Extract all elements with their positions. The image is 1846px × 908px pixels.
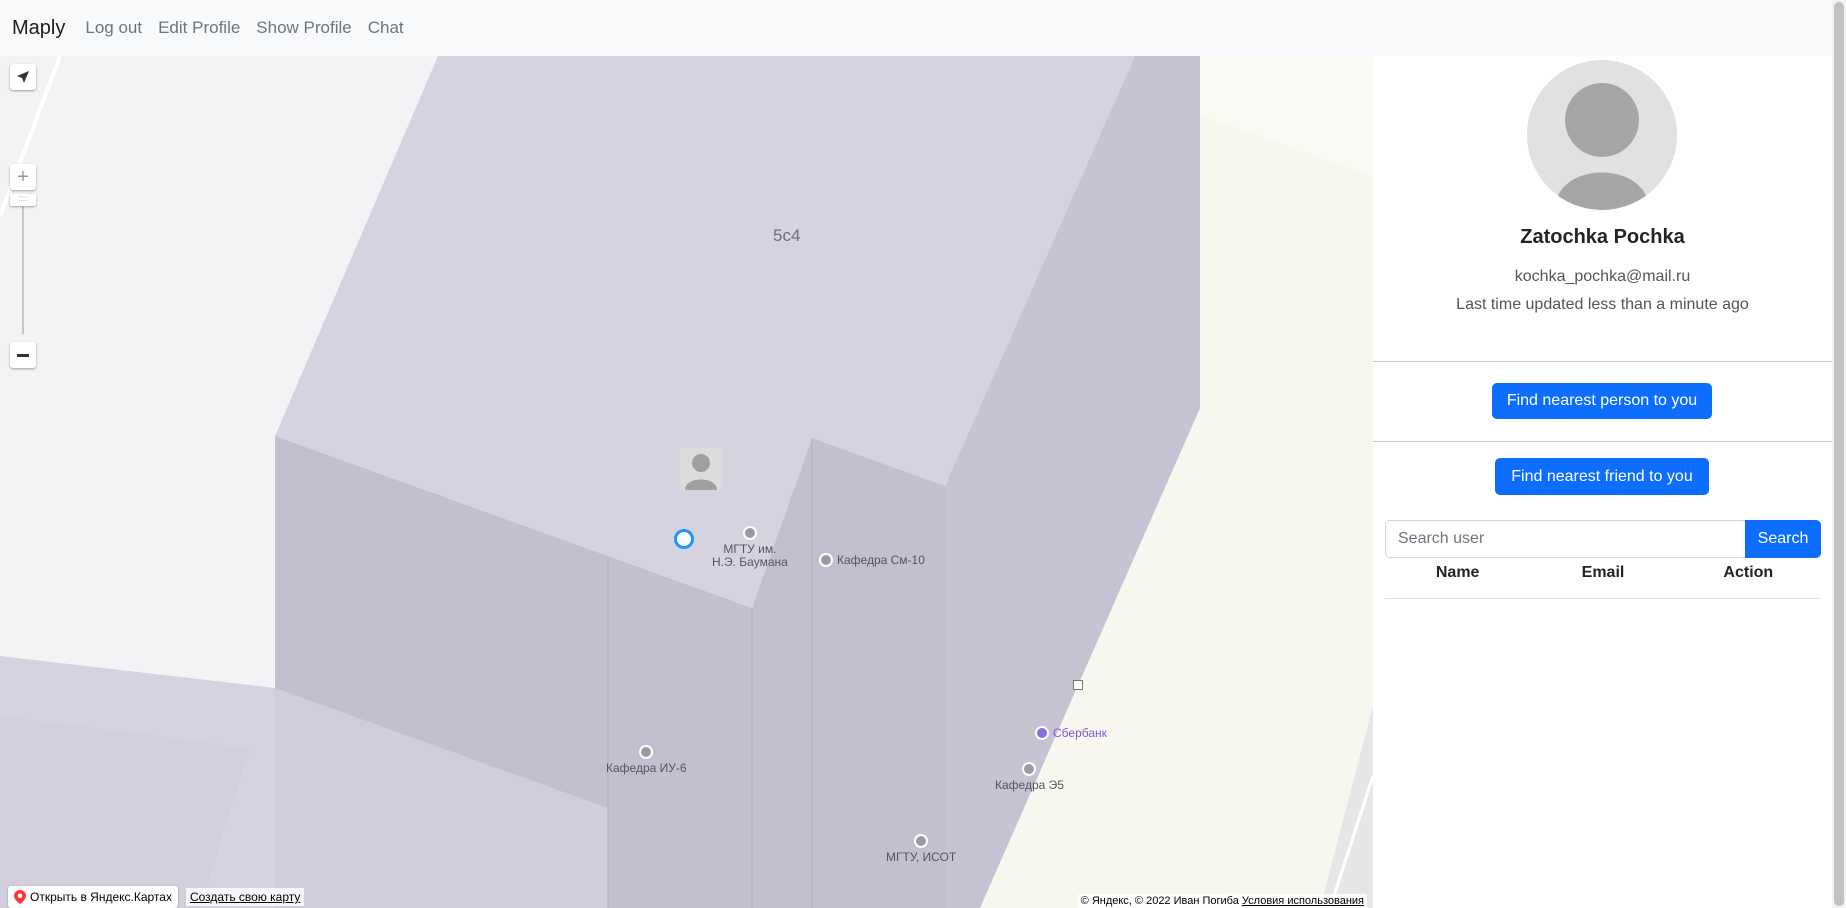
search-button[interactable]: Search xyxy=(1745,520,1821,558)
map-pin-icon xyxy=(14,890,26,904)
education-icon xyxy=(819,553,833,567)
navbar: Maply Log out Edit Profile Show Profile … xyxy=(0,0,1832,56)
entrance-icon xyxy=(1073,680,1083,690)
person-icon xyxy=(1555,83,1649,210)
column-header-action: Action xyxy=(1723,564,1774,581)
map-copyright: © Яндекс, © 2022 Иван Погиба Условия исп… xyxy=(1077,894,1367,908)
map-view[interactable]: + :::: 5с4 МГТУ им. Н.Э. Баумана Кафедра… xyxy=(0,56,1373,908)
column-header-email: Email xyxy=(1581,564,1625,581)
zoom-in-button[interactable]: + xyxy=(10,164,36,190)
copyright-text: © Яндекс, © 2022 Иван Погиба xyxy=(1080,895,1239,907)
divider xyxy=(1373,441,1832,442)
nav-show-profile[interactable]: Show Profile xyxy=(248,18,359,38)
education-icon xyxy=(639,745,654,759)
terms-link[interactable]: Условия использования xyxy=(1242,895,1364,907)
poi-kafedra-sm10[interactable]: Кафедра См-10 xyxy=(819,553,925,567)
education-icon xyxy=(1022,762,1037,776)
users-table-header: Name Email Action xyxy=(1385,564,1821,599)
poi-mgtu-bauman[interactable]: МГТУ им. Н.Э. Баумана xyxy=(712,526,788,569)
poi-label: Кафедра ИУ-6 xyxy=(606,761,687,775)
nav-edit-profile[interactable]: Edit Profile xyxy=(150,18,248,38)
open-in-yandex-label: Открыть в Яндекс.Картах xyxy=(30,890,172,904)
divider xyxy=(1373,361,1832,362)
poi-mgtu-isot[interactable]: МГТУ, ИСОТ xyxy=(886,834,956,864)
page-scrollbar[interactable] xyxy=(1832,0,1846,908)
navigation-arrow-icon xyxy=(17,71,29,83)
scrollbar-thumb[interactable] xyxy=(1834,2,1844,906)
zoom-out-button[interactable] xyxy=(10,342,36,368)
building-number-label: 5с4 xyxy=(773,226,801,245)
poi-label: Сбербанк xyxy=(1053,725,1107,740)
person-icon xyxy=(685,454,717,490)
poi-kafedra-iu6[interactable]: Кафедра ИУ-6 xyxy=(606,745,687,775)
minus-icon xyxy=(17,353,29,357)
profile-panel: Zatochka Pochka kochka_pochka@mail.ru La… xyxy=(1373,56,1832,908)
zoom-slider-handle[interactable]: :::: xyxy=(10,194,36,206)
nav-chat[interactable]: Chat xyxy=(360,18,412,38)
poi-kafedra-e5[interactable]: Кафедра Э5 xyxy=(995,762,1064,792)
profile-updated-text: Last time updated less than a minute ago xyxy=(1456,296,1749,313)
user-search-form: Search xyxy=(1385,520,1821,558)
nav-logout[interactable]: Log out xyxy=(77,18,150,38)
plus-icon: + xyxy=(17,166,29,188)
map-footer-left: Открыть в Яндекс.Картах Создать свою кар… xyxy=(8,886,305,908)
poi-sberbank[interactable]: Сбербанк xyxy=(1035,726,1107,740)
poi-label: МГТУ, ИСОТ xyxy=(886,850,957,864)
poi-label: Кафедра См-10 xyxy=(837,552,925,567)
brand-logo[interactable]: Maply xyxy=(12,17,65,40)
column-header-name: Name xyxy=(1435,564,1480,581)
find-nearest-friend-button[interactable]: Find nearest friend to you xyxy=(1495,458,1709,495)
search-user-input[interactable] xyxy=(1385,520,1745,558)
avatar xyxy=(1527,60,1677,210)
locate-button[interactable] xyxy=(10,64,36,90)
poi-label: Кафедра Э5 xyxy=(995,778,1064,792)
find-nearest-person-button[interactable]: Find nearest person to you xyxy=(1492,383,1712,419)
zoom-slider-track[interactable] xyxy=(22,194,24,334)
education-icon xyxy=(742,526,757,540)
poi-label: МГТУ им. Н.Э. Баумана xyxy=(712,542,788,569)
profile-name: Zatochka Pochka xyxy=(1520,226,1685,248)
education-icon xyxy=(914,834,929,848)
profile-email: kochka_pochka@mail.ru xyxy=(1514,268,1691,285)
bank-ruble-icon xyxy=(1035,726,1049,740)
create-map-link[interactable]: Создать свою карту xyxy=(185,888,305,906)
open-in-yandex-button[interactable]: Открыть в Яндекс.Картах xyxy=(8,886,178,908)
geolocation-marker[interactable] xyxy=(674,529,694,549)
user-location-avatar-marker[interactable] xyxy=(680,448,722,490)
